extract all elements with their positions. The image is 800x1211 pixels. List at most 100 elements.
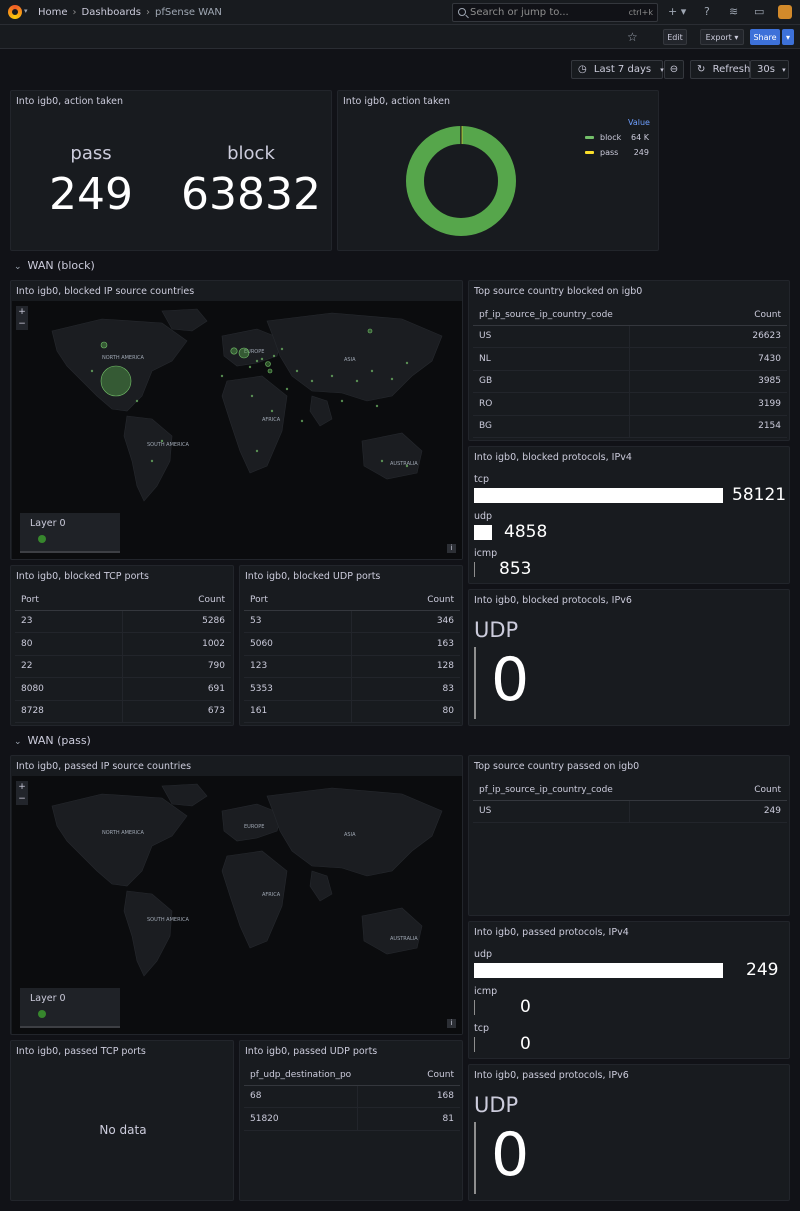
chevron-down-icon[interactable]: ▾ [24, 7, 28, 15]
zoom-out-button[interactable]: ⊖ [664, 60, 684, 79]
row-header-wan-pass[interactable]: ⌄ WAN (pass) [14, 734, 91, 747]
map-point-nl[interactable] [238, 347, 250, 359]
rss-icon[interactable]: ≋ [729, 6, 738, 18]
bar-label-tcp: tcp [474, 1023, 489, 1034]
legend-item-pass[interactable]: pass 249 [585, 148, 649, 157]
table-row: 8080 691 [15, 677, 231, 701]
map-label-australia: AUSTRALIA [390, 936, 418, 942]
breadcrumb-home[interactable]: Home [38, 7, 68, 18]
table-header[interactable]: Count [122, 590, 231, 611]
zoom-out-icon[interactable]: − [16, 793, 28, 805]
zoom-in-icon[interactable]: + [16, 781, 28, 793]
table-cell: 23 [15, 610, 123, 633]
table-cell: 8728 [15, 700, 123, 723]
map-layer-label: Layer 0 [30, 993, 66, 1004]
table-header[interactable]: pf_ip_source_ip_country_code [473, 305, 629, 326]
refresh-interval-picker[interactable]: 30s ▾ [750, 60, 789, 79]
legend-swatch [585, 136, 594, 139]
panel-passed-ipv4[interactable]: Into igb0, passed protocols, IPv4 udp 24… [468, 921, 790, 1059]
table-header[interactable]: Count [357, 1065, 460, 1086]
panel-passed-country[interactable]: Top source country passed on igb0 pf_ip_… [468, 755, 790, 916]
panel-blocked-udp[interactable]: Into igb0, blocked UDP ports Port Count … [239, 565, 463, 726]
map-point-gb[interactable] [230, 347, 238, 355]
table-cell: 68 [244, 1085, 358, 1108]
stat-block-label: block [227, 143, 275, 164]
map-point-ru[interactable] [367, 328, 373, 334]
bar-label-icmp: icmp [474, 986, 498, 997]
bar-value-udp: 4858 [504, 522, 548, 542]
map-point-us[interactable] [100, 365, 132, 397]
table-row: 5353 83 [244, 677, 460, 701]
table-header[interactable]: Count [629, 305, 787, 326]
panel-passed-tcp[interactable]: Into igb0, passed TCP ports No data [10, 1040, 234, 1201]
share-button[interactable]: Share [750, 29, 780, 45]
edit-button[interactable]: Edit [663, 29, 687, 45]
share-dropdown-chevron-icon[interactable]: ▾ [782, 29, 794, 45]
panel-title: Into igb0, action taken [343, 96, 451, 107]
export-button[interactable]: Export ▾ [700, 29, 744, 45]
plus-icon[interactable]: + ▾ [668, 6, 686, 18]
panel-passed-map[interactable]: Into igb0, passed IP source countries NO… [10, 755, 463, 1035]
panel-action-pie[interactable]: Into igb0, action taken Value block 64 K … [337, 90, 659, 251]
panel-title: Into igb0, passed protocols, IPv6 [474, 1070, 629, 1081]
panel-blocked-ipv4[interactable]: Into igb0, blocked protocols, IPv4 tcp 5… [468, 446, 790, 584]
breadcrumb-dashboards[interactable]: Dashboards [82, 7, 141, 18]
map-point-ro[interactable] [265, 361, 271, 367]
panel-blocked-ipv6[interactable]: Into igb0, blocked protocols, IPv6 UDP 0 [468, 589, 790, 726]
grafana-logo-icon[interactable] [8, 5, 22, 19]
help-icon[interactable]: ? [704, 6, 710, 18]
panel-title: Into igb0, blocked protocols, IPv4 [474, 452, 632, 463]
legend-value: 64 K [631, 133, 649, 142]
table-header[interactable]: Port [15, 590, 122, 611]
row-title: WAN (pass) [27, 734, 91, 747]
table-row: 68 168 [244, 1085, 460, 1108]
search-input[interactable]: Search or jump to... ctrl+k [452, 3, 658, 22]
map-label-north-america: NORTH AMERICA [102, 830, 145, 836]
legend-item-block[interactable]: block 64 K [585, 133, 649, 142]
map-info-icon[interactable]: i [447, 1019, 456, 1028]
row-header-wan-block[interactable]: ⌄ WAN (block) [14, 259, 95, 272]
map-point-ca[interactable] [100, 341, 108, 349]
panel-blocked-country[interactable]: Top source country blocked on igb0 pf_ip… [468, 280, 790, 441]
panel-action-stat[interactable]: Into igb0, action taken pass 249 block 6… [10, 90, 332, 251]
panel-blocked-tcp[interactable]: Into igb0, blocked TCP ports Port Count … [10, 565, 234, 726]
zoom-in-icon[interactable]: + [16, 306, 28, 318]
panel-passed-udp[interactable]: Into igb0, passed UDP ports pf_udp_desti… [239, 1040, 463, 1201]
table-row: NL 7430 [473, 347, 787, 371]
bar-label-tcp: tcp [474, 474, 489, 485]
panel-blocked-map[interactable]: Into igb0, blocked IP source countries N… [10, 280, 463, 560]
table-cell: 7430 [629, 347, 787, 371]
bar-value-tcp: 58121 [732, 485, 787, 505]
stat-block-value: 63832 [181, 169, 321, 220]
bar-value-icmp: 0 [520, 997, 531, 1017]
star-icon[interactable]: ☆ [627, 30, 638, 44]
table-header[interactable]: pf_udp_destination_po [244, 1065, 358, 1086]
bar-icmp [474, 1000, 475, 1015]
table-cell: NL [473, 347, 630, 371]
table-cell: 80 [351, 700, 460, 723]
monitor-icon[interactable]: ▭ [754, 6, 764, 18]
passed-udp-table: pf_udp_destination_po Count 68 168 51820 8… [244, 1065, 460, 1131]
table-header[interactable]: Count [351, 590, 460, 611]
time-range-picker[interactable]: ◷ Last 7 days ▾ [571, 60, 664, 79]
zoom-out-icon[interactable]: − [16, 318, 28, 330]
legend-value-header[interactable]: Value [628, 118, 650, 127]
bar-value-icmp: 853 [499, 559, 532, 579]
map-info-icon[interactable]: i [447, 544, 456, 553]
avatar[interactable] [778, 5, 792, 19]
map-point-bg[interactable] [267, 368, 273, 374]
breadcrumb-current: pfSense WAN [155, 7, 222, 18]
chevron-right-icon: › [146, 7, 150, 18]
table-header[interactable]: Port [244, 590, 351, 611]
donut-slice-block[interactable] [406, 126, 516, 236]
table-header[interactable]: pf_ip_source_ip_country_code [473, 780, 629, 801]
search-shortcut: ctrl+k [628, 8, 653, 17]
table-header[interactable]: Count [629, 780, 787, 801]
map-label-africa: AFRICA [262, 892, 281, 898]
refresh-button[interactable]: ↻ Refresh [690, 60, 750, 79]
map-label-asia: ASIA [344, 832, 356, 838]
panel-title: Into igb0, passed TCP ports [16, 1046, 146, 1057]
panel-title: Into igb0, blocked IP source countries [16, 286, 195, 297]
panel-passed-ipv6[interactable]: Into igb0, passed protocols, IPv6 UDP 0 [468, 1064, 790, 1201]
map-label-asia: ASIA [344, 357, 356, 363]
